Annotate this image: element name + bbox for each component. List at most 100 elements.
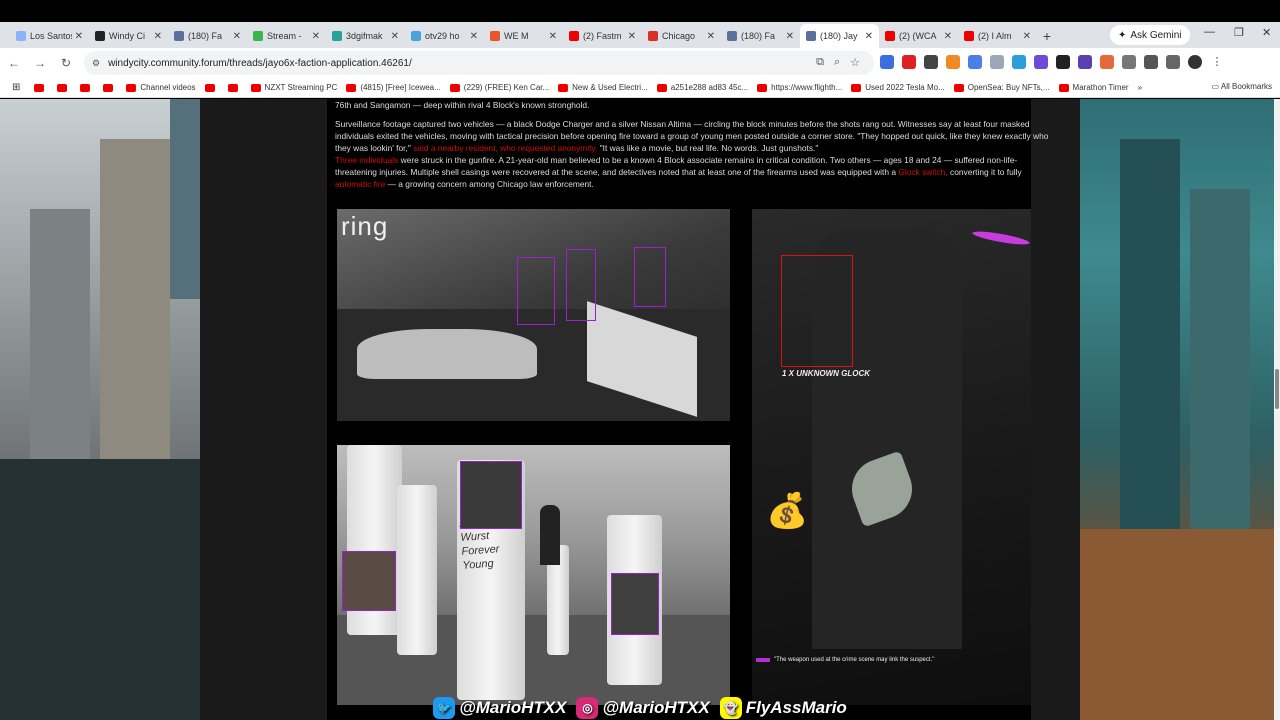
bookmark-favicon-icon (103, 83, 114, 92)
tab-favicon-icon (411, 31, 421, 41)
tab-favicon-icon (174, 31, 184, 41)
url-text: windycity.community.forum/threads/jayo6x… (108, 57, 412, 69)
browser-tab[interactable]: (2) (WCA ✕ (879, 24, 958, 48)
tab-close-icon[interactable]: ✕ (75, 31, 83, 42)
menu-icon[interactable]: ⋮ (1210, 55, 1224, 69)
extension-icon[interactable] (1034, 55, 1048, 69)
bookmark-item[interactable]: NZXT Streaming PC (250, 83, 337, 92)
purple-legend-swatch (756, 658, 770, 662)
tab-close-icon[interactable]: ✕ (154, 31, 162, 42)
gemini-icon: ✦ (1118, 29, 1127, 41)
extension-icon[interactable] (968, 55, 982, 69)
extension-icon[interactable] (946, 55, 960, 69)
bookmark-item[interactable]: Channel videos (126, 83, 196, 92)
bookmark-item[interactable] (204, 83, 219, 92)
tab-favicon-icon (490, 31, 500, 41)
back-icon[interactable]: ← (2, 56, 26, 70)
sidepanel-icon[interactable] (1166, 55, 1180, 69)
tab-close-icon[interactable]: ✕ (233, 31, 241, 42)
extension-icon[interactable] (1100, 55, 1114, 69)
browser-tab[interactable]: (180) Fa ✕ (168, 24, 247, 48)
bookmark-item[interactable] (103, 83, 117, 92)
bookmark-item[interactable] (34, 83, 48, 92)
bookmark-item[interactable] (80, 83, 94, 92)
browser-tab[interactable]: (180) Jay ✕ (800, 24, 879, 48)
browser-tab[interactable]: (2) Fastm ✕ (563, 24, 642, 48)
ask-gemini-button[interactable]: ✦ Ask Gemini (1110, 25, 1190, 45)
apps-grid-icon[interactable]: ⊞ (12, 82, 20, 93)
extension-icon[interactable] (902, 55, 916, 69)
new-tab-button[interactable]: + (1037, 24, 1057, 48)
forward-icon[interactable]: → (28, 56, 52, 70)
bookmark-item[interactable]: OpenSea: Buy NFTs,... (953, 83, 1050, 92)
browser-toolbar: ← → ↻ ⚙ windycity.community.forum/thread… (0, 48, 1280, 78)
bookmarks-bar: ⊞ Channel videos NZXT Streaming PC (4815) … (0, 78, 1280, 98)
bookmark-item[interactable]: Used 2022 Tesla Mo... (851, 83, 945, 92)
bookmark-favicon-icon (953, 83, 964, 92)
scrollbar-thumb[interactable] (1275, 369, 1279, 409)
tab-close-icon[interactable]: ✕ (865, 31, 873, 42)
instagram-icon: ◎ (576, 697, 599, 719)
close-window-button[interactable]: ✕ (1262, 26, 1271, 39)
bookmark-item[interactable]: New & Used Electri... (558, 83, 648, 92)
victim-photo-frame (460, 461, 522, 529)
bookmark-favicon-icon (1058, 83, 1069, 92)
browser-tab[interactable]: WE M ✕ (484, 24, 563, 48)
minimize-button[interactable]: — (1204, 26, 1215, 38)
extension-icon[interactable] (1012, 55, 1026, 69)
tab-close-icon[interactable]: ✕ (707, 31, 715, 42)
browser-tab[interactable]: Los Santos ✕ (10, 24, 89, 48)
browser-tab[interactable]: (180) Fa ✕ (721, 24, 800, 48)
social-handle: 👻 FlyAssMario (719, 697, 847, 719)
profile-avatar-icon[interactable] (1188, 55, 1202, 69)
bookmark-item[interactable]: (229) (FREE) Ken Car... (449, 83, 549, 92)
tab-favicon-icon (806, 31, 816, 41)
tab-close-icon[interactable]: ✕ (786, 31, 794, 42)
bookmarks-overflow-chevron-icon[interactable]: » (1138, 83, 1142, 92)
page-scrollbar[interactable] (1274, 99, 1280, 720)
maximize-button[interactable]: ❐ (1234, 26, 1244, 39)
background-left-city-image (0, 99, 200, 720)
bookmark-star-icon[interactable]: ☆ (850, 56, 860, 69)
site-info-icon[interactable]: ⚙ (92, 58, 100, 69)
reload-icon[interactable]: ↻ (54, 56, 78, 70)
all-bookmarks-button[interactable]: ▭ All Bookmarks (1212, 82, 1272, 91)
bookmark-item[interactable]: a251e288 ad83 45c... (656, 83, 748, 92)
browser-tab[interactable]: (2) I Alm ✕ (958, 24, 1037, 48)
extension-icon[interactable] (1056, 55, 1070, 69)
browser-tab[interactable]: Windy Ci ✕ (89, 24, 168, 48)
tab-close-icon[interactable]: ✕ (944, 31, 952, 42)
extension-icon[interactable] (924, 55, 938, 69)
install-icon[interactable]: ⧉ (816, 56, 824, 69)
tab-favicon-icon (885, 31, 895, 41)
tab-close-icon[interactable]: ✕ (549, 31, 557, 42)
bookmark-item[interactable]: Marathon Timer (1058, 83, 1129, 92)
extension-icon[interactable] (880, 55, 894, 69)
bookmark-item[interactable] (227, 83, 242, 92)
weapon-note: "The weapon used at the crime scene may … (756, 657, 934, 663)
suspect-highlight-box (517, 257, 555, 325)
bookmark-item[interactable]: https://www.flighth... (757, 83, 842, 92)
memorial-candles-image: Ashly Wurst Forever Young (337, 445, 730, 705)
extensions-puzzle-icon[interactable] (1122, 55, 1136, 69)
media-icon[interactable] (1144, 55, 1158, 69)
browser-tab[interactable]: 3dgifmak ✕ (326, 24, 405, 48)
tab-close-icon[interactable]: ✕ (470, 31, 478, 42)
suspect-highlight-box (634, 247, 666, 307)
tab-favicon-icon (332, 31, 342, 41)
tab-close-icon[interactable]: ✕ (312, 31, 320, 42)
address-bar[interactable]: ⚙ windycity.community.forum/threads/jayo… (84, 51, 874, 75)
zoom-icon[interactable]: ⌕ (834, 56, 840, 69)
browser-tab[interactable]: Stream - ✕ (247, 24, 326, 48)
bookmark-item[interactable] (57, 83, 71, 92)
article-paragraph-2: Three individuals were struck in the gun… (335, 155, 1022, 189)
tab-close-icon[interactable]: ✕ (1023, 31, 1031, 42)
browser-tab[interactable]: otv29 ho ✕ (405, 24, 484, 48)
browser-tab[interactable]: Chicago ✕ (642, 24, 721, 48)
extension-icon[interactable] (990, 55, 1004, 69)
tab-close-icon[interactable]: ✕ (391, 31, 399, 42)
social-handle: ◎ @MarioHTXX (576, 697, 710, 719)
extension-icon[interactable] (1078, 55, 1092, 69)
bookmark-item[interactable]: (4815) [Free] Icewea... (346, 83, 441, 92)
tab-close-icon[interactable]: ✕ (628, 31, 636, 42)
